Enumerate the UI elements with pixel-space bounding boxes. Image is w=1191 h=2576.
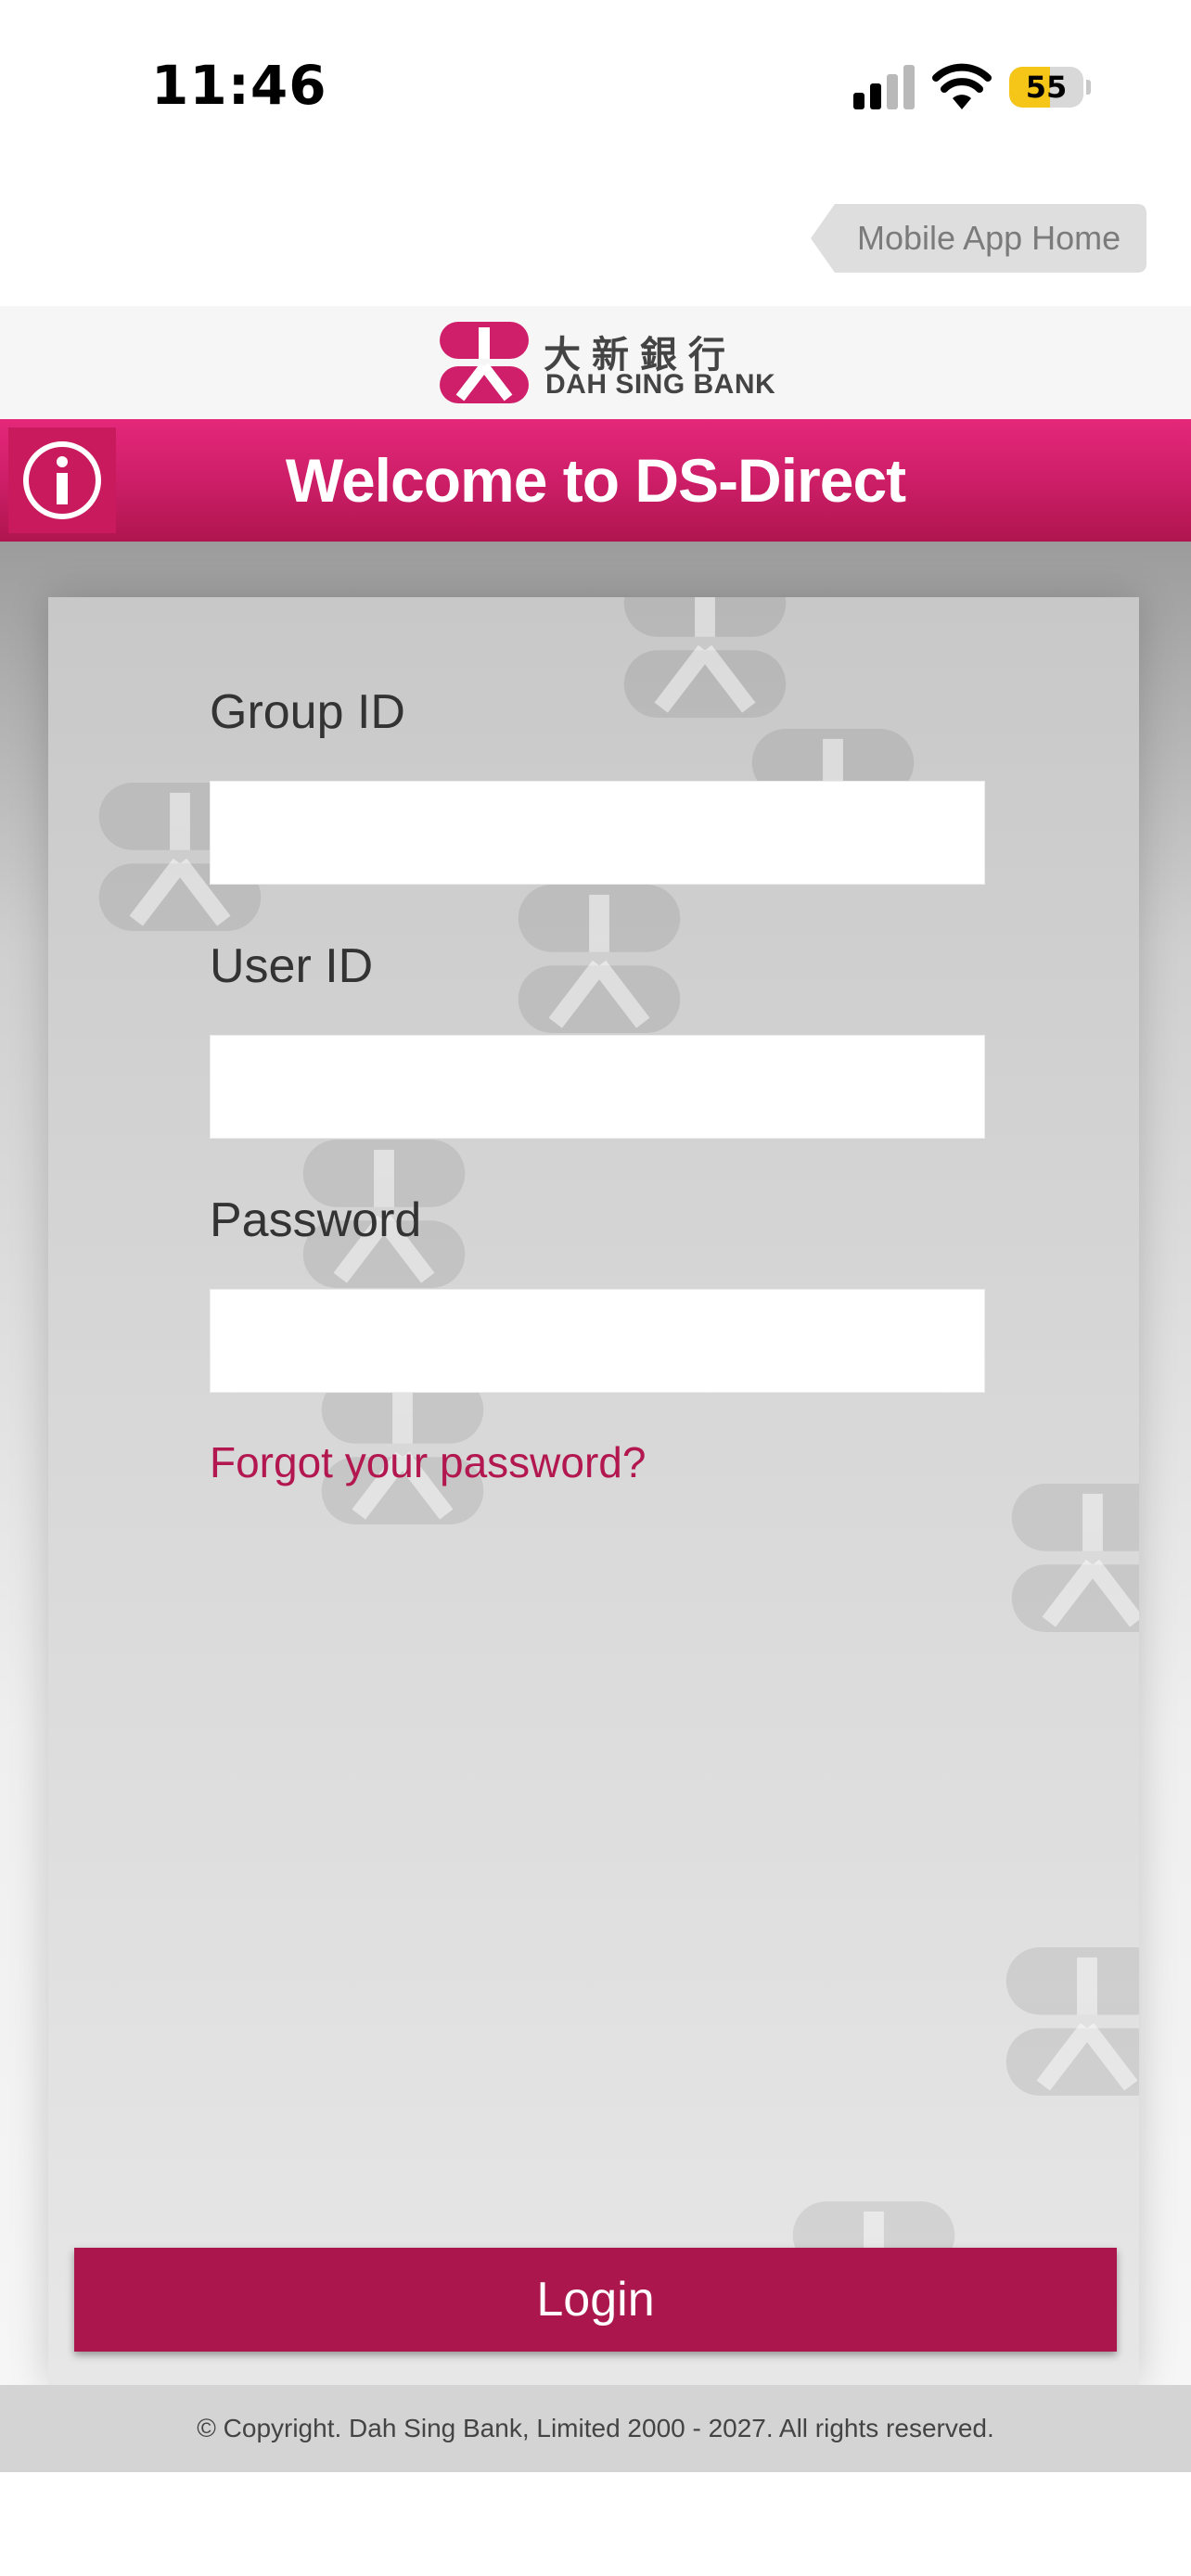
welcome-header: Welcome to DS-Direct [0, 419, 1191, 542]
watermark-logo-icon [1011, 1484, 1139, 1632]
copyright-footer: © Copyright. Dah Sing Bank, Limited 2000… [0, 2385, 1191, 2472]
user-id-input[interactable] [210, 1035, 985, 1139]
password-label: Password [210, 1193, 422, 1247]
info-icon [23, 441, 101, 519]
logo-english-name: DAH SING BANK [545, 369, 776, 400]
password-input[interactable] [210, 1289, 985, 1393]
battery-cap [1086, 80, 1091, 95]
mobile-app-home-button[interactable]: Mobile App Home [811, 204, 1146, 273]
user-id-label: User ID [210, 939, 374, 993]
battery-percent: 55 [1025, 70, 1068, 105]
info-button[interactable] [8, 427, 116, 533]
watermark-logo-icon [623, 597, 787, 718]
main-area: Group ID User ID Password Forgot your pa… [0, 542, 1191, 2385]
login-button[interactable]: Login [74, 2248, 1117, 2352]
mobile-app-home-label: Mobile App Home [857, 219, 1121, 257]
status-time: 11:46 [151, 54, 327, 117]
forgot-password-link[interactable]: Forgot your password? [210, 1437, 646, 1487]
status-bar: 11:46 55 [0, 0, 1191, 176]
battery-indicator: 55 [1009, 67, 1091, 108]
logo-band: 大新銀行 DAH SING BANK [0, 306, 1191, 419]
login-panel: Group ID User ID Password Forgot your pa… [48, 597, 1139, 2385]
wifi-icon [932, 63, 992, 109]
dah-sing-logo-icon [440, 322, 529, 403]
watermark-logo-icon [518, 885, 681, 1033]
watermark-logo-icon [1005, 1947, 1139, 2096]
group-id-label: Group ID [210, 685, 405, 739]
cellular-signal-icon [853, 65, 915, 109]
group-id-input[interactable] [210, 781, 985, 885]
battery-icon: 55 [1009, 67, 1083, 108]
page-title: Welcome to DS-Direct [285, 446, 906, 515]
